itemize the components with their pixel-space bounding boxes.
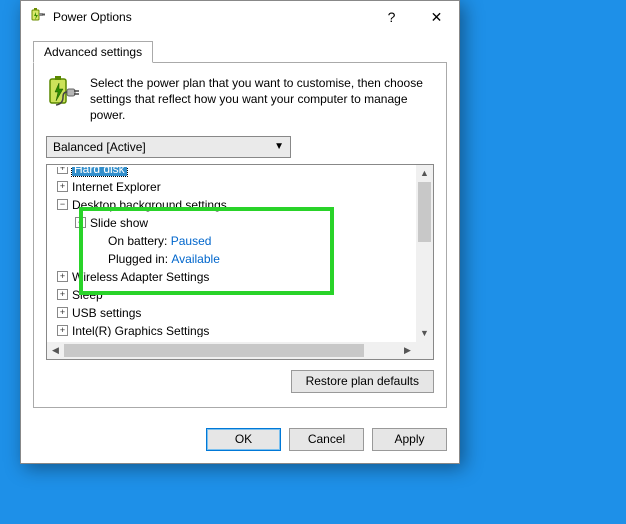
battery-plug-icon bbox=[46, 75, 80, 124]
tree-item-plugged-in[interactable]: Plugged in: Available bbox=[47, 250, 416, 268]
tabstrip: Advanced settings bbox=[33, 41, 447, 63]
scroll-thumb[interactable] bbox=[418, 182, 431, 242]
tree-label: Internet Explorer bbox=[72, 180, 161, 194]
scroll-down-icon[interactable]: ▼ bbox=[416, 325, 433, 342]
power-options-dialog: Power Options ? ✕ Advanced settings bbox=[20, 0, 460, 464]
scroll-right-icon[interactable]: ▶ bbox=[399, 342, 416, 359]
power-plan-select[interactable]: Balanced [Active] ▼ bbox=[46, 136, 291, 158]
settings-tree: + Hard disk + Internet Explorer − Deskto… bbox=[46, 164, 434, 360]
tree-label: Intel(R) Graphics Settings bbox=[72, 324, 209, 337]
expand-icon[interactable]: + bbox=[57, 307, 68, 318]
chevron-down-icon: ▼ bbox=[274, 141, 284, 152]
tab-panel: Select the power plan that you want to c… bbox=[33, 62, 447, 408]
expand-icon[interactable]: + bbox=[57, 181, 68, 192]
expand-icon[interactable]: + bbox=[57, 167, 68, 175]
restore-plan-defaults-button[interactable]: Restore plan defaults bbox=[291, 370, 434, 393]
tree-item-usb-settings[interactable]: + USB settings bbox=[47, 304, 416, 322]
window-title: Power Options bbox=[53, 10, 369, 24]
tree-item-on-battery[interactable]: On battery: Paused bbox=[47, 232, 416, 250]
tree-item-sleep[interactable]: + Sleep bbox=[47, 286, 416, 304]
scroll-track[interactable] bbox=[416, 182, 433, 325]
intro-text: Select the power plan that you want to c… bbox=[90, 75, 434, 124]
tree-label: Slide show bbox=[90, 216, 148, 230]
tree-item-hard-disk[interactable]: + Hard disk bbox=[47, 167, 127, 178]
tree-label: Sleep bbox=[72, 288, 103, 302]
tree-value-link[interactable]: Paused bbox=[171, 234, 212, 248]
power-plan-selected: Balanced [Active] bbox=[53, 140, 146, 154]
scroll-track[interactable] bbox=[64, 342, 399, 359]
tab-advanced-settings[interactable]: Advanced settings bbox=[33, 41, 153, 63]
tree-key: On battery: bbox=[108, 234, 167, 248]
power-options-icon bbox=[29, 8, 45, 27]
cancel-button[interactable]: Cancel bbox=[289, 428, 364, 451]
tree-item-desktop-background[interactable]: − Desktop background settings bbox=[47, 196, 416, 214]
scroll-left-icon[interactable]: ◀ bbox=[47, 342, 64, 359]
tree-label: Wireless Adapter Settings bbox=[72, 270, 209, 284]
dialog-footer: OK Cancel Apply bbox=[21, 420, 459, 463]
tree-key: Plugged in: bbox=[108, 252, 168, 266]
ok-button[interactable]: OK bbox=[206, 428, 281, 451]
expand-icon[interactable]: + bbox=[57, 289, 68, 300]
help-button[interactable]: ? bbox=[369, 2, 414, 32]
tree-item-slide-show[interactable]: − Slide show bbox=[47, 214, 416, 232]
apply-button[interactable]: Apply bbox=[372, 428, 447, 451]
tree-value-link[interactable]: Available bbox=[171, 252, 219, 266]
tree-label: Hard disk bbox=[72, 167, 127, 176]
close-button[interactable]: ✕ bbox=[414, 2, 459, 32]
vertical-scrollbar[interactable]: ▲ ▼ bbox=[416, 165, 433, 342]
horizontal-scrollbar[interactable]: ◀ ▶ bbox=[47, 342, 416, 359]
expand-icon[interactable]: + bbox=[57, 271, 68, 282]
tree-item-internet-explorer[interactable]: + Internet Explorer bbox=[47, 178, 416, 196]
scroll-up-icon[interactable]: ▲ bbox=[416, 165, 433, 182]
tree-label: Desktop background settings bbox=[72, 198, 227, 212]
tree-item-intel-graphics[interactable]: + Intel(R) Graphics Settings bbox=[47, 322, 416, 337]
titlebar: Power Options ? ✕ bbox=[21, 1, 459, 33]
collapse-icon[interactable]: − bbox=[75, 217, 86, 228]
tree-label: USB settings bbox=[72, 306, 141, 320]
collapse-icon[interactable]: − bbox=[57, 199, 68, 210]
scroll-thumb[interactable] bbox=[64, 344, 364, 357]
expand-icon[interactable]: + bbox=[57, 325, 68, 336]
tree-item-wireless-adapter[interactable]: + Wireless Adapter Settings bbox=[47, 268, 416, 286]
